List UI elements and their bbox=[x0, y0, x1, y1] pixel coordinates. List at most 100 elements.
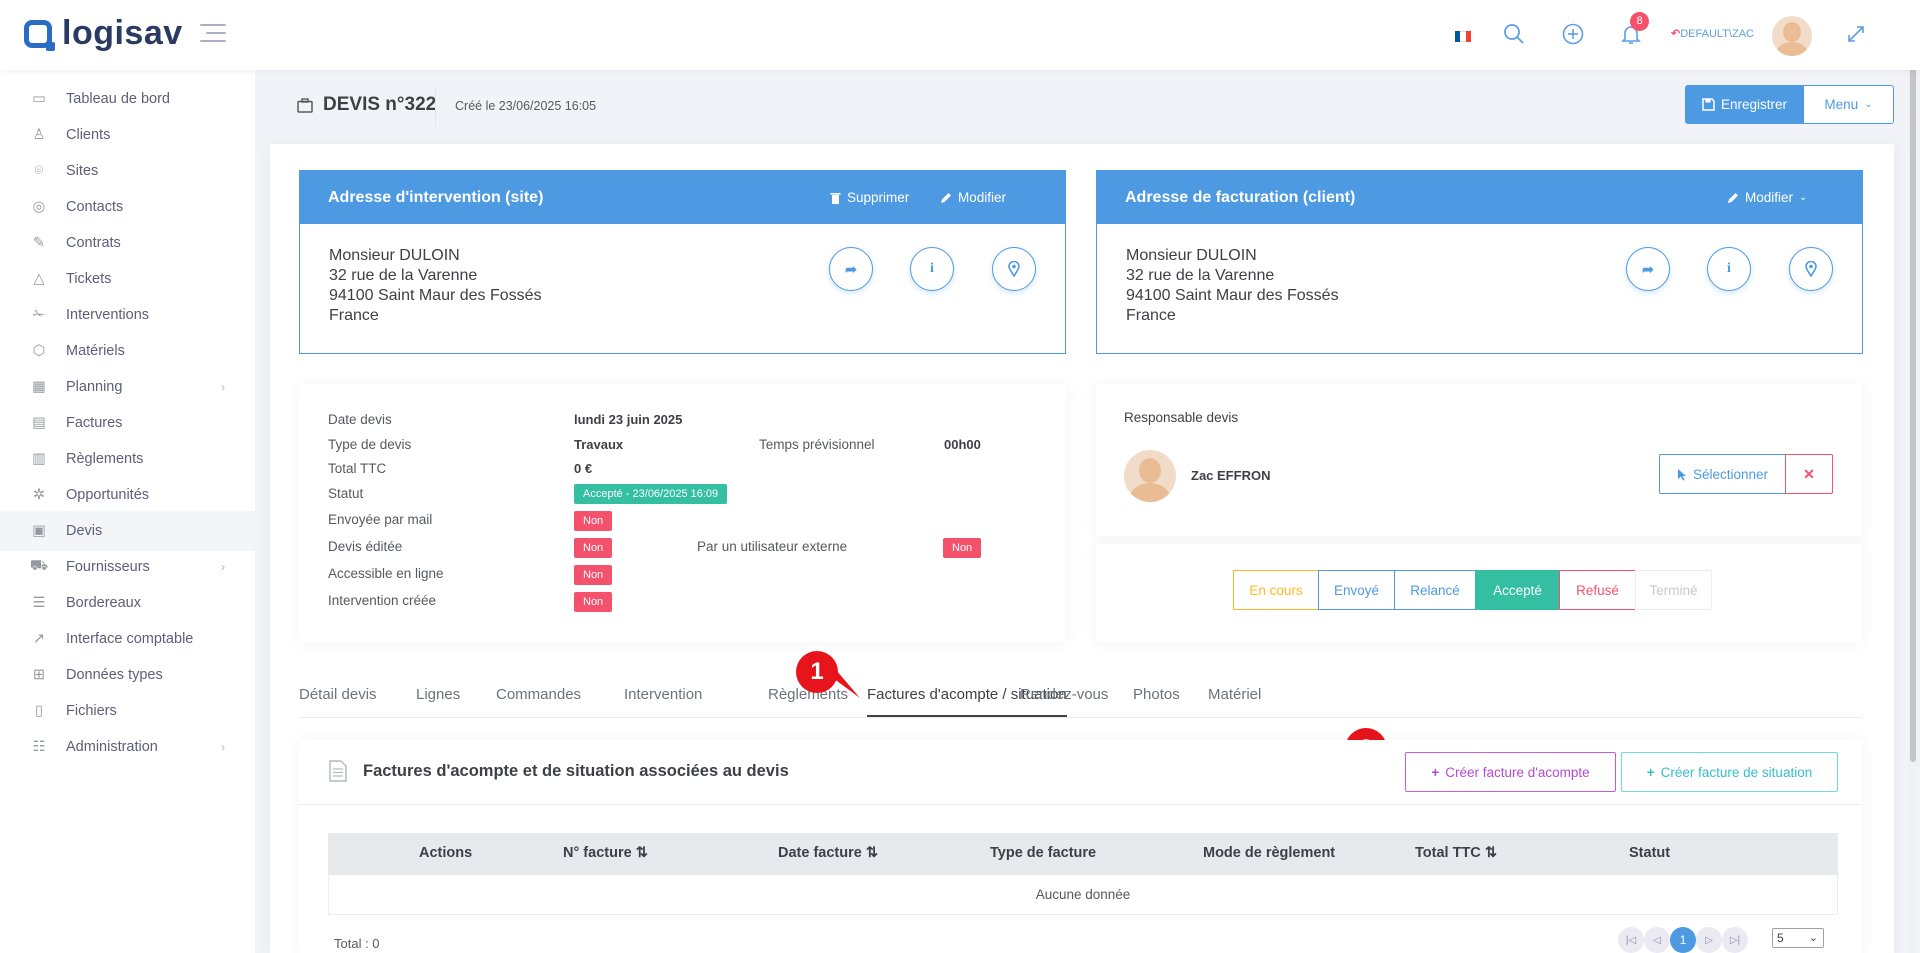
trash-icon bbox=[830, 192, 841, 204]
sidebar-item-fournisseurs[interactable]: ⛟ Fournisseurs › bbox=[0, 547, 255, 587]
total-label: Total TTC bbox=[328, 461, 387, 476]
add-circle-icon[interactable] bbox=[1561, 22, 1585, 46]
tab-9[interactable]: Matériel bbox=[1208, 686, 1261, 715]
truck-icon: ⛟ bbox=[29, 558, 49, 574]
pencil-icon bbox=[941, 192, 951, 203]
map-pin-icon[interactable] bbox=[1789, 247, 1833, 291]
col-invoice-number[interactable]: N° facture ⇅ bbox=[563, 845, 648, 861]
info-icon[interactable]: i bbox=[1707, 247, 1751, 291]
status-button-3[interactable]: Relancé bbox=[1394, 570, 1476, 610]
remove-responsible-icon[interactable]: ✕ bbox=[1785, 454, 1833, 494]
next-page-icon[interactable]: ▷ bbox=[1696, 927, 1722, 953]
prev-page-icon[interactable]: ◁ bbox=[1644, 927, 1670, 953]
sidebar-item-administration[interactable]: ☷ Administration › bbox=[0, 727, 255, 767]
online-badge: Non bbox=[574, 565, 613, 585]
create-situation-invoice-button[interactable]: + Créer facture de situation bbox=[1621, 752, 1838, 792]
map-pin-icon[interactable] bbox=[992, 247, 1036, 291]
intervention-created-label: Intervention créée bbox=[328, 593, 437, 608]
document-icon bbox=[329, 760, 347, 782]
sidebar-item-reglements[interactable]: ▥ Règlements bbox=[0, 439, 255, 479]
sidebar-item-bordereaux[interactable]: ☰ Bordereaux bbox=[0, 583, 255, 623]
menu-toggle-icon[interactable] bbox=[200, 24, 226, 48]
type-value: Travaux bbox=[574, 437, 624, 452]
type-label: Type de devis bbox=[328, 437, 412, 452]
edit-billing-address-button[interactable]: Modifier ⌄ bbox=[1727, 190, 1807, 205]
quote-tabs: Détail devis Lignes Commandes Intervention R… bbox=[299, 672, 1862, 718]
share-icon[interactable]: ➦ bbox=[829, 247, 873, 291]
tab-1[interactable]: Détail devis bbox=[299, 686, 377, 715]
chevron-down-icon: ⌄ bbox=[1799, 192, 1808, 203]
sidebar-item-devis[interactable]: ▣ Devis bbox=[0, 511, 255, 551]
sidebar-item-donnees-types[interactable]: ⊞ Données types bbox=[0, 655, 255, 695]
status-button-4[interactable]: Accepté bbox=[1475, 570, 1560, 610]
col-invoice-date[interactable]: Date facture ⇅ bbox=[778, 845, 878, 861]
sidebar-item-label: Contacts bbox=[66, 199, 124, 215]
top-bar: logisav 8 ↶DEFAULT\ZAC bbox=[0, 0, 1920, 70]
sidebar-item-tickets[interactable]: △ Tickets bbox=[0, 259, 255, 299]
page-size-select[interactable]: 5 ⌄ bbox=[1772, 928, 1824, 948]
sidebar-item-interventions[interactable]: ✁ Interventions bbox=[0, 295, 255, 335]
expand-icon[interactable] bbox=[1846, 24, 1866, 44]
language-flag-icon[interactable] bbox=[1455, 31, 1471, 42]
tab-3[interactable]: Commandes bbox=[496, 686, 581, 715]
grid-icon: ⊞ bbox=[32, 667, 46, 683]
last-page-icon[interactable]: ▷| bbox=[1722, 927, 1748, 953]
status-button-1[interactable]: En cours bbox=[1233, 570, 1319, 610]
mail-badge: Non bbox=[574, 511, 613, 531]
col-total-ttc[interactable]: Total TTC ⇅ bbox=[1415, 845, 1497, 861]
sidebar-item-label: Fichiers bbox=[66, 703, 117, 719]
warning-icon: △ bbox=[33, 271, 45, 287]
sidebar-item-opportunites[interactable]: ✲ Opportunités bbox=[0, 475, 255, 515]
sidebar-item-sites[interactable]: ⌾ Sites bbox=[0, 151, 255, 191]
status-button-6[interactable]: Terminé bbox=[1635, 570, 1712, 610]
select-label: Sélectionner bbox=[1692, 466, 1769, 482]
billing-address-title: Adresse de facturation (client) bbox=[1125, 188, 1356, 206]
notification-badge: 8 bbox=[1630, 12, 1649, 31]
sidebar-item-factures[interactable]: ▤ Factures bbox=[0, 403, 255, 443]
sidebar-item-planning[interactable]: ▦ Planning › bbox=[0, 367, 255, 407]
save-label: Enregistrer bbox=[1720, 97, 1788, 112]
intervention-address-text: Monsieur DULOIN 32 rue de la Varenne 941… bbox=[300, 224, 1065, 348]
total-value: 0 € bbox=[574, 461, 593, 476]
sidebar-item-fichiers[interactable]: ▯ Fichiers bbox=[0, 691, 255, 731]
select-responsible-button[interactable]: Sélectionner bbox=[1659, 454, 1786, 494]
user-switch[interactable]: ↶DEFAULT\ZAC bbox=[1671, 27, 1754, 40]
page-title: DEVIS n°322 bbox=[297, 94, 436, 116]
edit-intervention-address-button[interactable]: Modifier bbox=[940, 190, 1006, 205]
edited-label: Devis éditée bbox=[328, 539, 403, 554]
share-icon[interactable]: ➦ bbox=[1626, 247, 1670, 291]
info-icon[interactable]: i bbox=[910, 247, 954, 291]
sidebar-item-contacts[interactable]: ◎ Contacts bbox=[0, 187, 255, 227]
status-button-2[interactable]: Envoyé bbox=[1318, 570, 1395, 610]
edit-label: Modifier bbox=[958, 190, 1007, 205]
page-scrollbar[interactable] bbox=[1908, 0, 1918, 953]
edit-label: Modifier bbox=[1745, 190, 1794, 205]
first-page-icon[interactable]: |◁ bbox=[1618, 927, 1644, 953]
logo[interactable]: logisav bbox=[24, 14, 183, 53]
delete-address-button[interactable]: Supprimer bbox=[830, 190, 909, 205]
tab-2[interactable]: Lignes bbox=[416, 686, 460, 715]
search-icon[interactable] bbox=[1502, 22, 1526, 46]
col-label: N° facture bbox=[563, 845, 632, 861]
page-title-text: DEVIS n°322 bbox=[323, 94, 437, 115]
save-icon bbox=[1702, 98, 1715, 111]
save-button[interactable]: Enregistrer bbox=[1685, 85, 1804, 124]
create-deposit-invoice-button[interactable]: + Créer facture d'acompte bbox=[1405, 752, 1616, 792]
list-icon: ☰ bbox=[32, 595, 46, 611]
sidebar-item-label: Opportunités bbox=[66, 487, 150, 503]
sidebar-item-interface-comptable[interactable]: ↗ Interface comptable bbox=[0, 619, 255, 659]
tab-4[interactable]: Intervention bbox=[624, 686, 702, 715]
intervention-address-panel: Adresse d'intervention (site) Supprimer … bbox=[299, 170, 1066, 354]
status-button-5[interactable]: Refusé bbox=[1559, 570, 1636, 610]
current-page-button[interactable]: 1 bbox=[1670, 927, 1696, 953]
sidebar-item-label: Matériels bbox=[66, 343, 125, 359]
sidebar-item-clients[interactable]: ♙ Clients bbox=[0, 115, 255, 155]
sidebar-item-tableau-de-bord[interactable]: ▭ Tableau de bord bbox=[0, 79, 255, 119]
user-avatar[interactable] bbox=[1772, 16, 1812, 56]
col-status: Statut bbox=[1629, 845, 1671, 861]
sidebar-item-materiels[interactable]: ⬡ Matériels bbox=[0, 331, 255, 371]
menu-dropdown-button[interactable]: Menu ⌄ bbox=[1803, 85, 1894, 124]
sidebar-item-contrats[interactable]: ✎ Contrats bbox=[0, 223, 255, 263]
tab-8[interactable]: Photos bbox=[1133, 686, 1180, 715]
tab-7[interactable]: Rendez-vous bbox=[1020, 686, 1108, 715]
